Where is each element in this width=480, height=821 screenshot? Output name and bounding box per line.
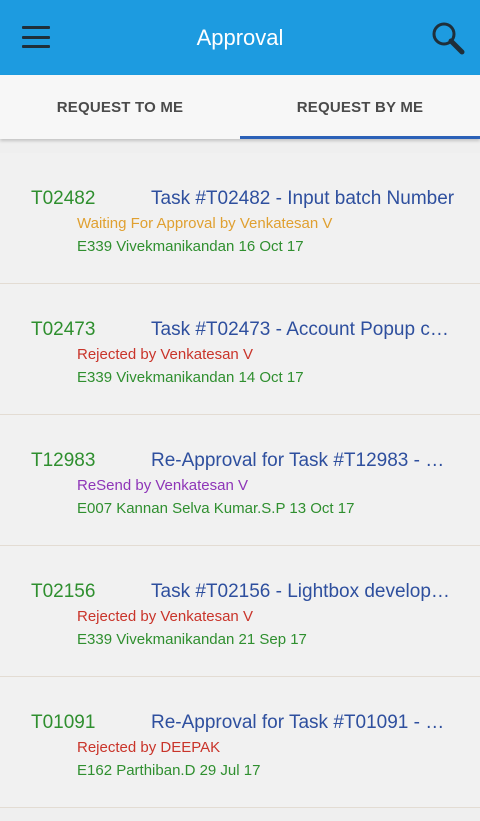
request-card[interactable]: T02156 Task #T02156 - Lightbox developmen… xyxy=(0,546,480,677)
request-code: T02482 xyxy=(31,188,96,209)
active-tab-indicator xyxy=(240,136,480,139)
request-card[interactable]: T02482 Task #T02482 - Input batch Number W… xyxy=(0,153,480,284)
request-task-title: Task #T02473 - Account Popup changes xyxy=(151,319,456,340)
hamburger-menu-icon[interactable] xyxy=(22,26,50,48)
request-code: T01091 xyxy=(31,712,96,733)
request-list: T02482 Task #T02482 - Input batch Number W… xyxy=(0,139,480,808)
request-task-title: Re-Approval for Task #T12983 - Mobile xyxy=(151,450,456,471)
request-card[interactable]: T02473 Task #T02473 - Account Popup chang… xyxy=(0,284,480,415)
page-title: Approval xyxy=(196,24,284,50)
request-task-title: Re-Approval for Task #T01091 - Report xyxy=(151,712,456,733)
request-code: T12983 xyxy=(31,450,96,471)
tab-bar: REQUEST TO ME REQUEST BY ME xyxy=(0,75,480,139)
tab-request-to-me[interactable]: REQUEST TO ME xyxy=(0,75,240,139)
request-meta: E339 Vivekmanikandan 21 Sep 17 xyxy=(77,631,307,648)
request-meta: E339 Vivekmanikandan 14 Oct 17 xyxy=(77,369,304,386)
app-bar: Approval xyxy=(0,0,480,75)
request-task-title: Task #T02156 - Lightbox development xyxy=(151,581,456,602)
request-status: Waiting For Approval by Venkatesan V xyxy=(77,215,333,232)
request-status: ReSend by Venkatesan V xyxy=(77,477,248,494)
request-status: Rejected by Venkatesan V xyxy=(77,346,253,363)
search-icon[interactable] xyxy=(430,20,466,56)
request-status: Rejected by DEEPAK xyxy=(77,739,221,756)
request-meta: E162 Parthiban.D 29 Jul 17 xyxy=(77,762,261,779)
request-meta: E007 Kannan Selva Kumar.S.P 13 Oct 17 xyxy=(77,500,355,517)
request-meta: E339 Vivekmanikandan 16 Oct 17 xyxy=(77,238,304,255)
request-card[interactable]: T01091 Re-Approval for Task #T01091 - Rep… xyxy=(0,677,480,808)
tab-request-by-me[interactable]: REQUEST BY ME xyxy=(240,75,480,139)
request-code: T02473 xyxy=(31,319,96,340)
request-status: Rejected by Venkatesan V xyxy=(77,608,253,625)
request-card[interactable]: T12983 Re-Approval for Task #T12983 - Mob… xyxy=(0,415,480,546)
request-task-title: Task #T02482 - Input batch Number xyxy=(151,188,455,209)
request-code: T02156 xyxy=(31,581,96,602)
